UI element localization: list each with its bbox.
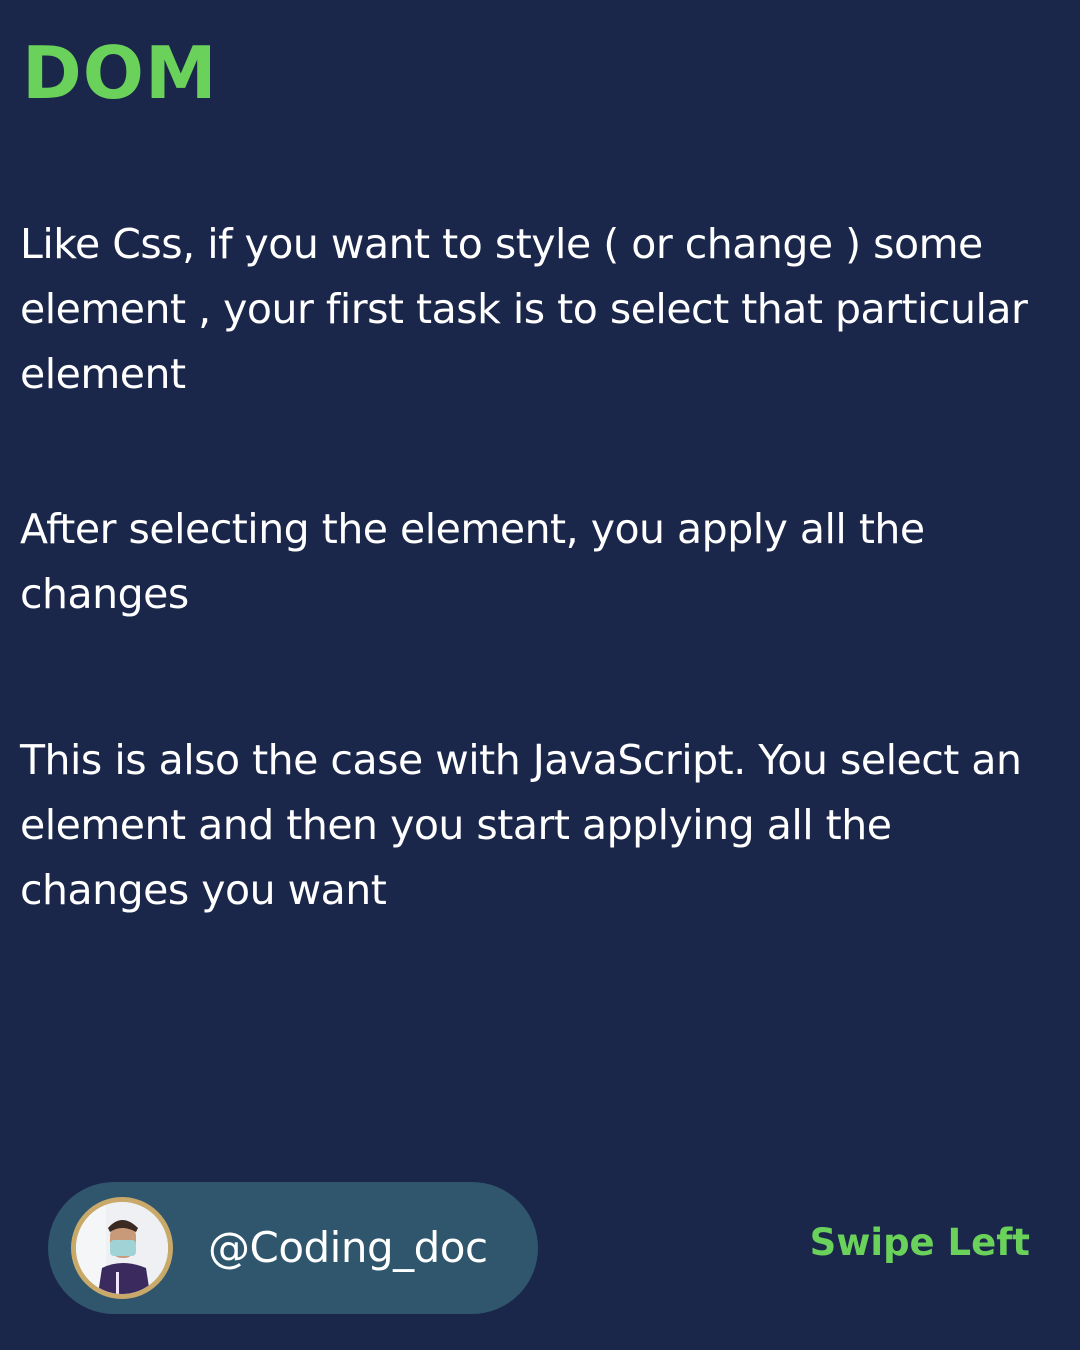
avatar — [71, 1197, 173, 1299]
profile-handle[interactable]: @Coding_doc — [208, 1220, 488, 1276]
paragraph-selecting: Like Css, if you want to style ( or chan… — [20, 220, 1028, 398]
page-title: DOM — [22, 31, 218, 115]
user-avatar-icon — [76, 1202, 168, 1294]
paragraph-applying: After selecting the element, you apply a… — [20, 505, 925, 618]
profile-badge[interactable]: @Coding_doc — [48, 1182, 538, 1314]
paragraph-javascript: This is also the case with JavaScript. Y… — [20, 736, 1022, 914]
swipe-left-label: Swipe Left — [809, 1221, 1030, 1264]
